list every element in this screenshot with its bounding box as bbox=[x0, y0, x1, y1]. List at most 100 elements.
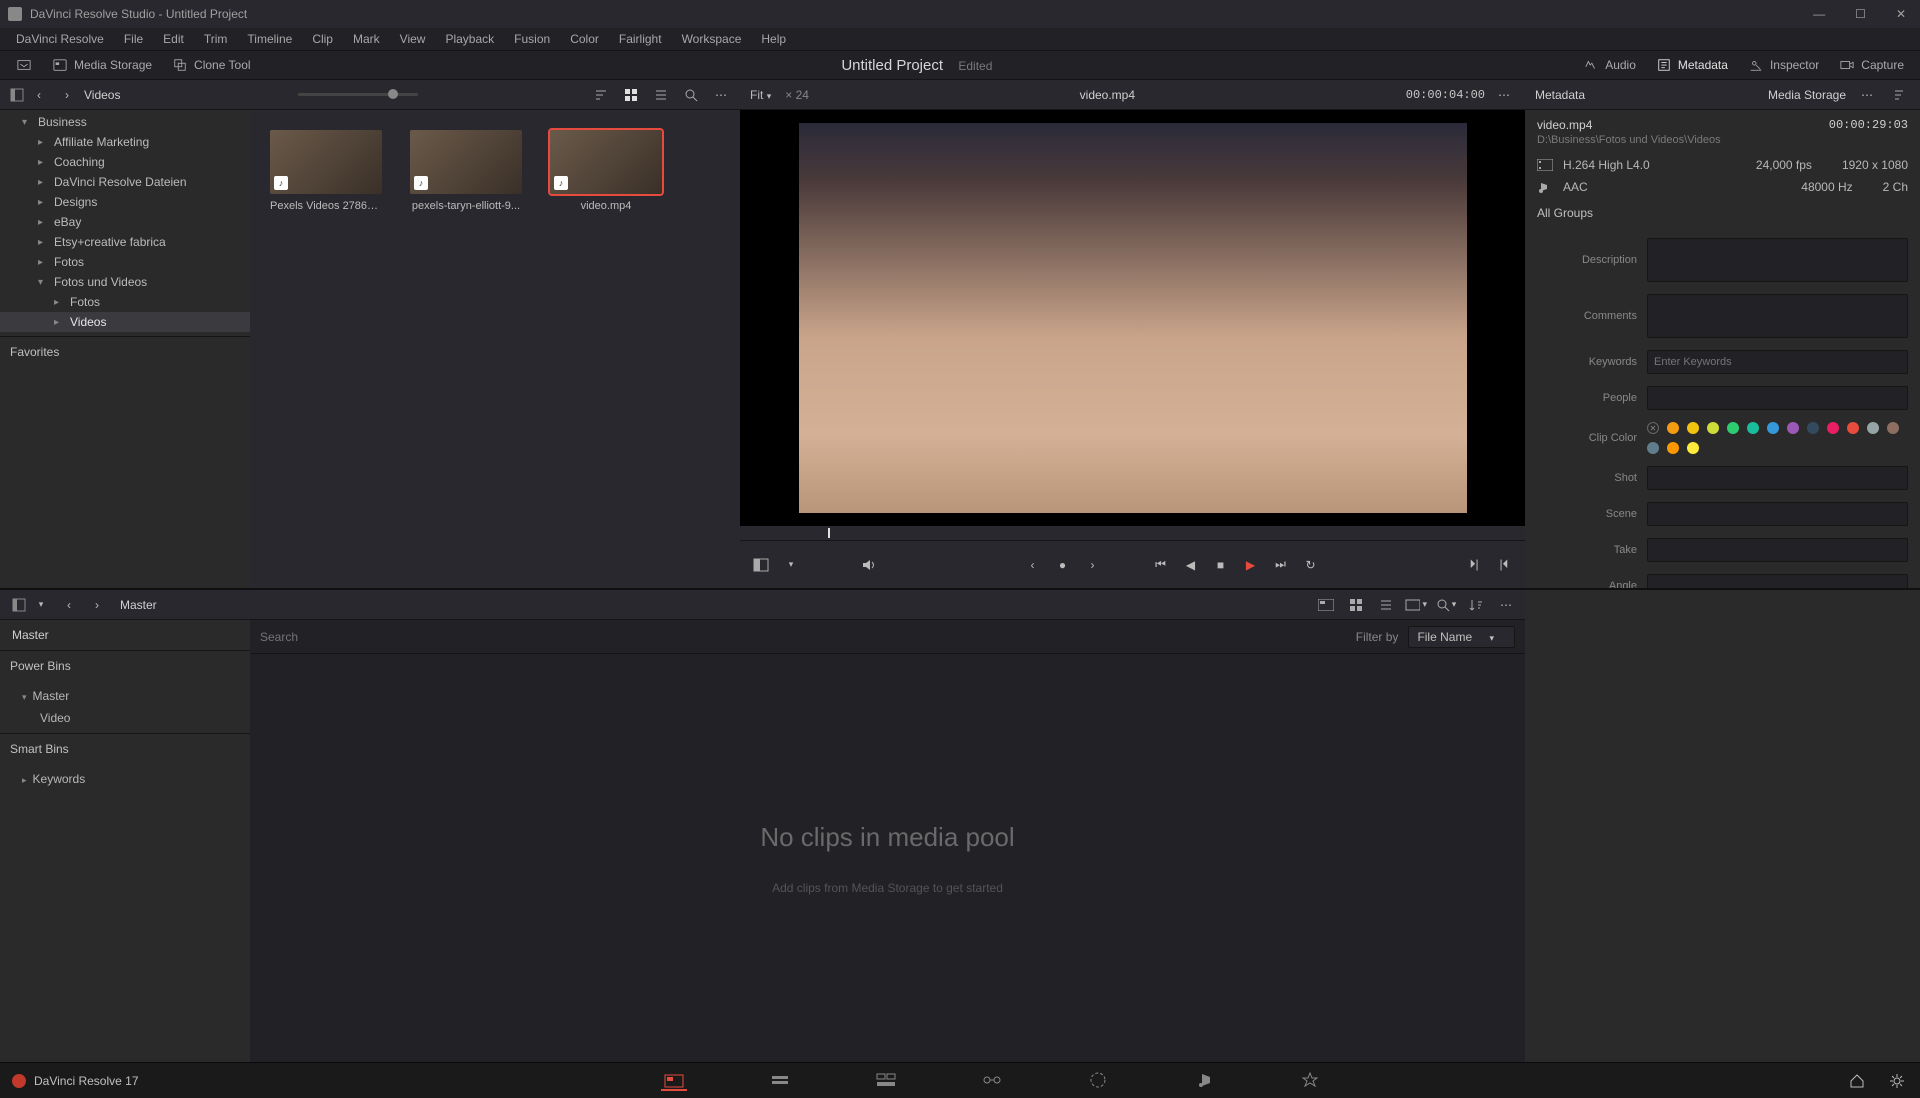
panel-toggle-icon[interactable] bbox=[6, 84, 28, 106]
color-swatch[interactable]: ✕ bbox=[1647, 422, 1659, 434]
menu-file[interactable]: File bbox=[116, 30, 151, 48]
gear-icon[interactable] bbox=[1886, 1070, 1908, 1092]
capture-button[interactable]: Capture bbox=[1829, 54, 1914, 76]
color-swatch[interactable] bbox=[1727, 422, 1739, 434]
in-point-icon[interactable]: ⏵| bbox=[1463, 554, 1485, 576]
chevron-down-icon[interactable]: ▾ bbox=[780, 554, 802, 576]
menu-help[interactable]: Help bbox=[753, 30, 794, 48]
tab-cut[interactable] bbox=[767, 1071, 793, 1091]
tab-fusion[interactable] bbox=[979, 1071, 1005, 1091]
volume-icon[interactable] bbox=[858, 554, 880, 576]
maximize-button[interactable]: ☐ bbox=[1849, 7, 1872, 21]
tree-item-coaching[interactable]: ▸Coaching bbox=[0, 152, 250, 172]
search-icon[interactable] bbox=[680, 84, 702, 106]
fit-dropdown[interactable]: Fit ▾ bbox=[750, 88, 771, 102]
bins-dropdown-icon[interactable]: ▾ bbox=[30, 594, 52, 616]
menu-fusion[interactable]: Fusion bbox=[506, 30, 558, 48]
next-marker-icon[interactable]: › bbox=[1082, 554, 1104, 576]
thumb-pexels-videos-2786s-[interactable]: ♪Pexels Videos 2786S... bbox=[270, 130, 382, 212]
home-icon[interactable] bbox=[1846, 1070, 1868, 1092]
meta-groups[interactable]: All Groups bbox=[1525, 198, 1920, 228]
tree-item-fotos[interactable]: ▸Fotos bbox=[0, 252, 250, 272]
metadata-source[interactable]: Media Storage bbox=[1768, 88, 1846, 102]
pool-thumb-icon[interactable] bbox=[1315, 594, 1337, 616]
tree-item-videos[interactable]: ▸Videos bbox=[0, 312, 250, 332]
marker-dot-icon[interactable]: ● bbox=[1052, 554, 1074, 576]
pool-display-icon[interactable]: ▾ bbox=[1405, 594, 1427, 616]
color-swatch[interactable] bbox=[1847, 422, 1859, 434]
tree-item-etsy-creative-fabrica[interactable]: ▸Etsy+creative fabrica bbox=[0, 232, 250, 252]
menu-workspace[interactable]: Workspace bbox=[674, 30, 750, 48]
menu-timeline[interactable]: Timeline bbox=[239, 30, 300, 48]
nav-back-icon[interactable]: ‹ bbox=[28, 84, 50, 106]
people-input[interactable] bbox=[1647, 386, 1908, 410]
bins-fwd-icon[interactable]: › bbox=[86, 594, 108, 616]
pool-list-icon[interactable] bbox=[1375, 594, 1397, 616]
color-swatch[interactable] bbox=[1647, 442, 1659, 454]
menu-mark[interactable]: Mark bbox=[345, 30, 388, 48]
tree-item-fotos-und-videos[interactable]: ▾Fotos und Videos bbox=[0, 272, 250, 292]
thumb-video-mp4[interactable]: ♪video.mp4 bbox=[550, 130, 662, 212]
search-input[interactable] bbox=[260, 630, 1346, 644]
go-end-icon[interactable]: ⏭ bbox=[1270, 554, 1292, 576]
tab-media[interactable] bbox=[661, 1071, 687, 1091]
keywords-input[interactable] bbox=[1647, 350, 1908, 374]
sort-icon[interactable] bbox=[590, 84, 612, 106]
thumb-size-slider[interactable] bbox=[298, 93, 418, 96]
sb-keywords[interactable]: ▸Keywords bbox=[0, 768, 250, 790]
tab-deliver[interactable] bbox=[1297, 1071, 1323, 1091]
metadata-button[interactable]: Metadata bbox=[1646, 54, 1738, 76]
grid-view-icon[interactable] bbox=[620, 84, 642, 106]
media-storage-button[interactable]: Media Storage bbox=[42, 54, 162, 76]
minimize-button[interactable]: — bbox=[1807, 7, 1831, 21]
close-button[interactable]: ✕ bbox=[1890, 7, 1912, 21]
color-swatch[interactable] bbox=[1667, 422, 1679, 434]
pool-more-icon[interactable]: ⋯ bbox=[1495, 594, 1517, 616]
color-swatch[interactable] bbox=[1687, 422, 1699, 434]
menu-davinci-resolve[interactable]: DaVinci Resolve bbox=[8, 30, 112, 48]
bins-back-icon[interactable]: ‹ bbox=[58, 594, 80, 616]
clone-tool-button[interactable]: Clone Tool bbox=[162, 54, 260, 76]
viewer-more-icon[interactable]: ⋯ bbox=[1493, 84, 1515, 106]
tab-fairlight[interactable] bbox=[1191, 1071, 1217, 1091]
play-reverse-icon[interactable]: ◀ bbox=[1180, 554, 1202, 576]
tree-item-affiliate-marketing[interactable]: ▸Affiliate Marketing bbox=[0, 132, 250, 152]
menu-playback[interactable]: Playback bbox=[437, 30, 502, 48]
color-swatch[interactable] bbox=[1707, 422, 1719, 434]
more-icon[interactable]: ⋯ bbox=[710, 84, 732, 106]
angle-input[interactable] bbox=[1647, 574, 1908, 588]
playhead[interactable] bbox=[828, 528, 830, 538]
nav-fwd-icon[interactable]: › bbox=[56, 84, 78, 106]
inspector-button[interactable]: Inspector bbox=[1738, 54, 1829, 76]
color-swatch[interactable] bbox=[1787, 422, 1799, 434]
tree-item-designs[interactable]: ▸Designs bbox=[0, 192, 250, 212]
thumb-pexels-taryn-elliott-9-[interactable]: ♪pexels-taryn-elliott-9... bbox=[410, 130, 522, 212]
color-swatch[interactable] bbox=[1747, 422, 1759, 434]
menu-view[interactable]: View bbox=[392, 30, 434, 48]
pool-search-icon[interactable]: ▾ bbox=[1435, 594, 1457, 616]
play-icon[interactable]: ▶ bbox=[1240, 554, 1262, 576]
tab-edit[interactable] bbox=[873, 1071, 899, 1091]
bins-toggle-icon[interactable] bbox=[8, 594, 30, 616]
pool-grid-icon[interactable] bbox=[1345, 594, 1367, 616]
tree-item-business[interactable]: ▾Business bbox=[0, 112, 250, 132]
menu-color[interactable]: Color bbox=[562, 30, 607, 48]
tree-item-davinci-resolve-dateien[interactable]: ▸DaVinci Resolve Dateien bbox=[0, 172, 250, 192]
color-swatch[interactable] bbox=[1807, 422, 1819, 434]
audio-button[interactable]: Audio bbox=[1573, 54, 1646, 76]
loop-icon[interactable]: ↻ bbox=[1300, 554, 1322, 576]
pool-sort-icon[interactable] bbox=[1465, 594, 1487, 616]
tree-item-fotos[interactable]: ▸Fotos bbox=[0, 292, 250, 312]
filter-select[interactable]: File Name ▾ bbox=[1408, 626, 1515, 648]
color-swatch[interactable] bbox=[1887, 422, 1899, 434]
color-swatch[interactable] bbox=[1767, 422, 1779, 434]
take-input[interactable] bbox=[1647, 538, 1908, 562]
color-swatch[interactable] bbox=[1827, 422, 1839, 434]
prev-marker-icon[interactable]: ‹ bbox=[1022, 554, 1044, 576]
description-input[interactable] bbox=[1647, 238, 1908, 282]
menu-clip[interactable]: Clip bbox=[304, 30, 341, 48]
match-frame-icon[interactable] bbox=[750, 554, 772, 576]
pb-master[interactable]: ▾Master bbox=[0, 685, 250, 707]
tree-item-ebay[interactable]: ▸eBay bbox=[0, 212, 250, 232]
meta-more-icon[interactable]: ⋯ bbox=[1856, 84, 1878, 106]
